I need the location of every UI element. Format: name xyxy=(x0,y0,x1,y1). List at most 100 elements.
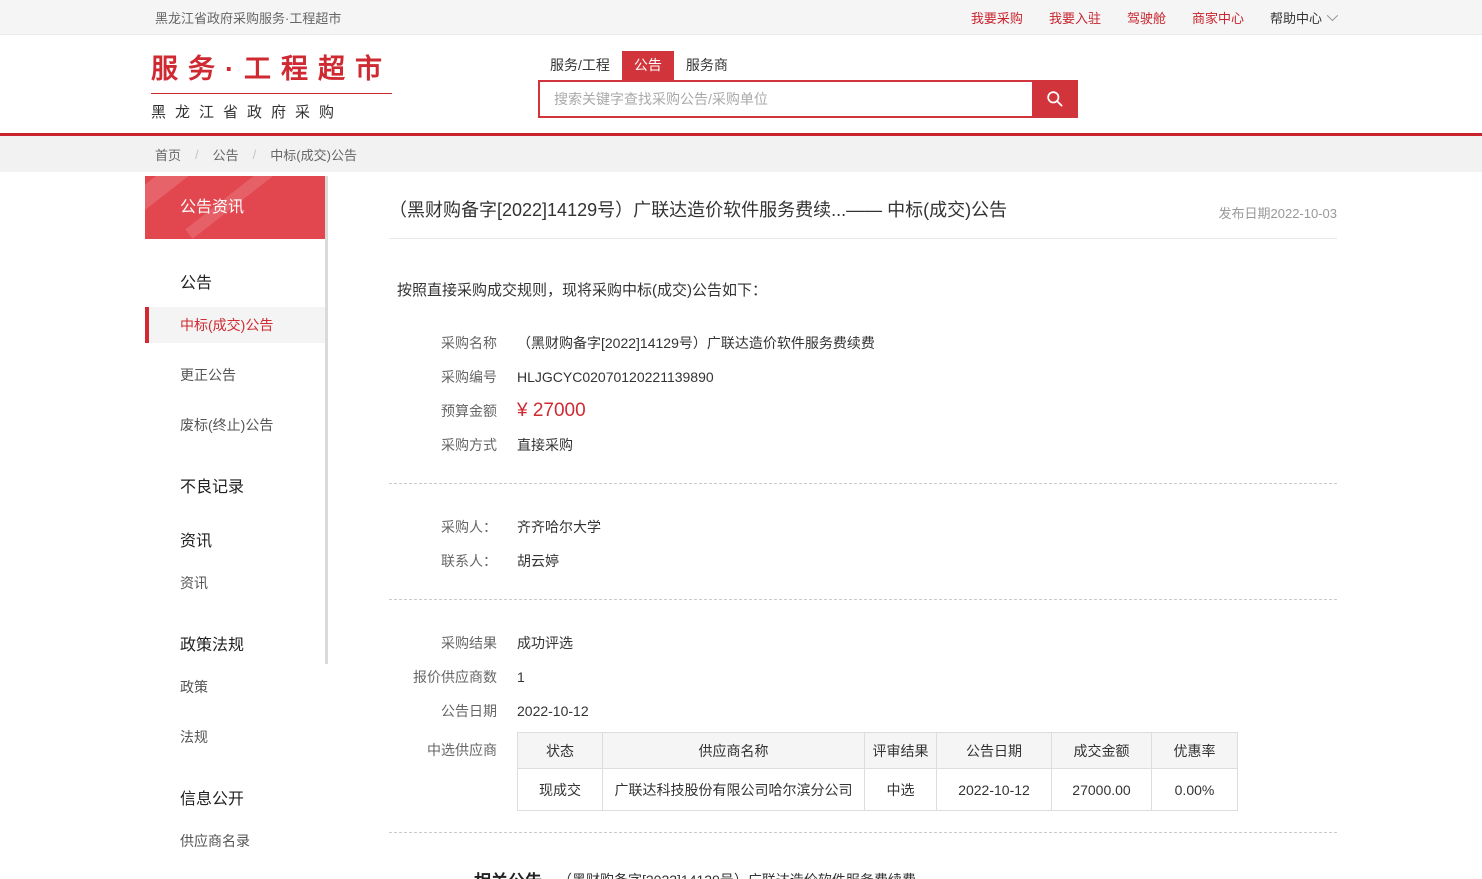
search-tabs: 服务/工程 公告 服务商 xyxy=(538,51,1078,80)
cell-deal-amount: 27000.00 xyxy=(1052,769,1152,811)
table-row: 现成交 广联达科技股份有限公司哈尔滨分公司 中选 2022-10-12 2700… xyxy=(518,769,1238,811)
selected-supplier-section: 中选供应商 状态 供应商名称 评审结果 公告日期 成交金额 优惠率 xyxy=(389,732,1337,811)
dashed-divider xyxy=(389,599,1337,600)
supplier-table: 状态 供应商名称 评审结果 公告日期 成交金额 优惠率 现成交 广联达科技股份有… xyxy=(517,732,1238,811)
selected-supplier-label: 中选供应商 xyxy=(389,732,497,768)
breadcrumb: 首页 / 公告 / 中标(成交)公告 xyxy=(145,136,1337,172)
sidebar-group-announcements[interactable]: 公告 xyxy=(145,269,328,293)
field-announcement-date: 公告日期 2022-10-12 xyxy=(389,694,1337,728)
field-value: （黑财购备字[2022]14129号）广联达造价软件服务费续费 xyxy=(517,333,875,353)
field-value: 直接采购 xyxy=(517,435,573,455)
field-value: 成功评选 xyxy=(517,633,573,653)
topbar-links: 我要采购 我要入驻 驾驶舱 商家中心 帮助中心 xyxy=(971,8,1335,27)
cell-discount-rate: 0.00% xyxy=(1152,769,1238,811)
tab-announcements[interactable]: 公告 xyxy=(622,51,674,80)
topbar: 黑龙江省政府采购服务·工程超市 我要采购 我要入驻 驾驶舱 商家中心 帮助中心 xyxy=(0,0,1482,35)
field-label: 采购编号 xyxy=(389,367,497,387)
field-contact-person: 联系人： 胡云婷 xyxy=(389,544,1337,578)
column-header-supplier-name: 供应商名称 xyxy=(603,733,865,769)
sidebar-header: 公告资讯 xyxy=(145,176,328,239)
field-procurement-result: 采购结果 成功评选 xyxy=(389,626,1337,660)
topbar-help-center-menu[interactable]: 帮助中心 xyxy=(1270,8,1335,27)
sidebar-group-news[interactable]: 资讯 xyxy=(145,527,328,551)
breadcrumb-home[interactable]: 首页 xyxy=(155,145,181,164)
column-header-announcement-date: 公告日期 xyxy=(937,733,1052,769)
article: （黑财购备字[2022]14129号）广联达造价软件服务费续...—— 中标(成… xyxy=(328,176,1337,879)
topbar-link-i-want-to-join[interactable]: 我要入驻 xyxy=(1049,8,1101,27)
breadcrumb-separator: / xyxy=(195,147,199,162)
sidebar-nav: 公告 中标(成交)公告 更正公告 废标(终止)公告 不良记录 资讯 资讯 政策法… xyxy=(145,269,328,879)
related-announcements: 相关公告 （黑财购备字[2022]14129号）广联达造价软件服务费续费 xyxy=(389,867,1337,879)
sidebar-group-bad-records[interactable]: 不良记录 xyxy=(145,473,328,497)
breadcrumb-current: 中标(成交)公告 xyxy=(270,145,357,164)
column-header-discount-rate: 优惠率 xyxy=(1152,733,1238,769)
field-label: 采购结果 xyxy=(389,633,497,653)
sidebar-item-cancellation-notice[interactable]: 废标(终止)公告 xyxy=(145,407,328,443)
sidebar: 公告资讯 公告 中标(成交)公告 更正公告 废标(终止)公告 不良记录 资讯 资… xyxy=(145,176,328,879)
tab-services-projects[interactable]: 服务/工程 xyxy=(538,51,622,80)
field-procurement-method: 采购方式 直接采购 xyxy=(389,428,1337,462)
sidebar-item-news[interactable]: 资讯 xyxy=(145,565,328,601)
field-purchaser: 采购人： 齐齐哈尔大学 xyxy=(389,510,1337,544)
field-label: 公告日期 xyxy=(389,701,497,721)
topbar-link-merchant-center[interactable]: 商家中心 xyxy=(1192,8,1244,27)
field-procurement-name: 采购名称 （黑财购备字[2022]14129号）广联达造价软件服务费续费 xyxy=(389,326,1337,360)
page-title: （黑财购备字[2022]14129号）广联达造价软件服务费续...—— 中标(成… xyxy=(389,196,1007,222)
breadcrumb-announcements[interactable]: 公告 xyxy=(213,145,239,164)
chevron-down-icon xyxy=(1327,10,1338,21)
sidebar-item-supplier-directory[interactable]: 供应商名录 xyxy=(145,823,328,859)
field-value: HLJGCYC02070120221139890 xyxy=(517,369,714,385)
field-value: 胡云婷 xyxy=(517,551,559,571)
field-procurement-number: 采购编号 HLJGCYC02070120221139890 xyxy=(389,360,1337,394)
field-label: 采购人： xyxy=(389,517,497,537)
breadcrumb-separator: / xyxy=(253,147,257,162)
related-announcement-link[interactable]: （黑财购备字[2022]14129号）广联达造价软件服务费续费 xyxy=(558,870,916,879)
field-budget-amount: 预算金额 ¥ 27000 xyxy=(389,394,1337,428)
field-value: 2022-10-12 xyxy=(517,703,589,719)
field-quoting-supplier-count: 报价供应商数 1 xyxy=(389,660,1337,694)
sidebar-group-policies-regulations[interactable]: 政策法规 xyxy=(145,631,328,655)
tab-suppliers[interactable]: 服务商 xyxy=(674,51,740,80)
table-header-row: 状态 供应商名称 评审结果 公告日期 成交金额 优惠率 xyxy=(518,733,1238,769)
purchaser-info-block: 采购人： 齐齐哈尔大学 联系人： 胡云婷 xyxy=(389,510,1337,578)
sidebar-item-policies[interactable]: 政策 xyxy=(145,669,328,705)
intro-text: 按照直接采购成交规则，现将采购中标(成交)公告如下： xyxy=(397,279,1337,300)
search-input[interactable] xyxy=(540,82,1032,116)
cell-status: 现成交 xyxy=(518,769,603,811)
result-info-block: 采购结果 成功评选 报价供应商数 1 公告日期 2022-10-12 中选供应商… xyxy=(389,626,1337,811)
sidebar-item-regulations[interactable]: 法规 xyxy=(145,719,328,755)
cell-announcement-date: 2022-10-12 xyxy=(937,769,1052,811)
article-header: （黑财购备字[2022]14129号）广联达造价软件服务费续...—— 中标(成… xyxy=(389,196,1337,239)
field-label: 预算金额 xyxy=(389,401,497,421)
logo-main-text: 服务·工程超市 xyxy=(151,47,392,94)
budget-amount-value: ¥ 27000 xyxy=(517,400,586,422)
column-header-deal-amount: 成交金额 xyxy=(1052,733,1152,769)
sidebar-item-platform-notices[interactable]: 平台通知 xyxy=(145,873,328,879)
sidebar-item-award-notice[interactable]: 中标(成交)公告 xyxy=(145,307,328,343)
logo-sub-text: 黑龙江省政府采购 xyxy=(151,101,392,122)
search-box xyxy=(538,80,1078,118)
field-value: 1 xyxy=(517,669,525,685)
help-center-label: 帮助中心 xyxy=(1270,8,1322,27)
dashed-divider xyxy=(389,483,1337,484)
topbar-link-i-want-to-purchase[interactable]: 我要采购 xyxy=(971,8,1023,27)
related-announcements-title: 相关公告 xyxy=(474,867,542,879)
search-icon xyxy=(1045,89,1064,108)
search-block: 服务/工程 公告 服务商 xyxy=(538,51,1078,118)
logo[interactable]: 服务·工程超市 黑龙江省政府采购 xyxy=(151,47,392,122)
field-label: 联系人： xyxy=(389,551,497,571)
site-title: 黑龙江省政府采购服务·工程超市 xyxy=(155,8,341,27)
field-label: 采购方式 xyxy=(389,435,497,455)
publish-date: 发布日期2022-10-03 xyxy=(1219,203,1338,222)
field-value: 齐齐哈尔大学 xyxy=(517,517,601,537)
column-header-review-result: 评审结果 xyxy=(865,733,937,769)
field-label: 采购名称 xyxy=(389,333,497,353)
search-button[interactable] xyxy=(1032,82,1076,116)
procurement-info-block: 采购名称 （黑财购备字[2022]14129号）广联达造价软件服务费续费 采购编… xyxy=(389,326,1337,462)
cell-supplier-name: 广联达科技股份有限公司哈尔滨分公司 xyxy=(603,769,865,811)
column-header-status: 状态 xyxy=(518,733,603,769)
topbar-link-cockpit[interactable]: 驾驶舱 xyxy=(1127,8,1166,27)
sidebar-group-information-disclosure[interactable]: 信息公开 xyxy=(145,785,328,809)
sidebar-item-correction-notice[interactable]: 更正公告 xyxy=(145,357,328,393)
cell-review-result: 中选 xyxy=(865,769,937,811)
